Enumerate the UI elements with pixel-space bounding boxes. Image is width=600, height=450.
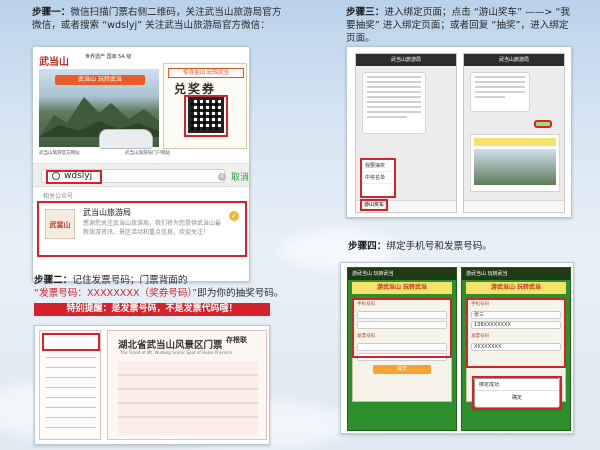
step4-instruction: 步骤四：绑定手机号和发票号码。 [348, 240, 574, 253]
ticket-logo: 武当山 [39, 57, 69, 68]
step3-screenshot: 武当山旅游局 我要抽奖 中奖名单 游山奖车 武当山旅游局 [346, 46, 572, 218]
warning-banner: 特别提醒：是发票号码，不是发票代码哦！ [34, 303, 270, 316]
phone-chat-menu: 武当山旅游局 我要抽奖 中奖名单 游山奖车 [355, 53, 457, 213]
account-name: 武当山旅游局 [83, 208, 131, 217]
phone-chat-reply: 武当山旅游局 [463, 53, 565, 213]
step1-label: 步骤一： [32, 7, 71, 18]
qr-highlight [184, 95, 228, 137]
phone-bind-form-filled: 游武当山 玩转武当 游武当山 玩转武当 手机号码 张三 138XXXXXXXX … [461, 267, 571, 431]
invoice-stub [39, 330, 101, 440]
menu-popup[interactable]: 我要抽奖 中奖名单 [360, 158, 396, 198]
invoice-title: 湖北省武当山风景区门票 [118, 340, 223, 351]
step4-screenshot: 游武当山 玩转武当 游武当山 玩转武当 手机号码 发票号码 提交 游武当山 玩转… [340, 262, 574, 434]
step2-line2: 即为你的抽奖号码。 [197, 288, 284, 299]
search-input[interactable]: wdslyj ✕ [41, 169, 226, 184]
chat-message [362, 72, 426, 134]
form-banner: 游武当山 玩转武当 [466, 282, 566, 294]
invoice-line [46, 377, 96, 378]
step1-text: 微信扫描门票右侧二维码，关注武当山旅游局官方微信，或者搜索 “wdslyj” 关… [32, 7, 282, 31]
invoice-stub-label: 存根联 [226, 336, 247, 344]
step3-instruction: 步骤三：进入绑定页面；点击 “游山奖车” ——> “我要抽奖” 进入绑定页面；或… [346, 6, 572, 45]
car-image [99, 129, 153, 149]
invoice-line [46, 387, 96, 388]
search-result-item[interactable]: 武當山 武当山旅游局 感谢您关注武当山旅游局，我们将为您提供武当山最新旅游资讯、… [37, 201, 247, 257]
invoice-line [46, 417, 96, 418]
phone-title: 游武当山 玩转武当 [348, 268, 456, 280]
ticket-footer-left: 武当山旅游官方网站 [39, 151, 80, 156]
invoice-line [46, 367, 96, 368]
cancel-button[interactable]: 取消 [231, 170, 249, 183]
step2-label: 步骤二： [34, 275, 73, 286]
account-description: 感谢您关注武当山旅游局，我们将为您提供武当山最新旅游资讯、景区活动和重点信息，欢… [83, 220, 222, 236]
coupon-banner: 惊喜金山 玩转武当 [168, 68, 244, 78]
phone-title: 武当山旅游局 [464, 54, 564, 66]
invoice-ticket: 湖北省武当山风景区门票 The Ticket of Mt. Wudang Sce… [107, 330, 267, 440]
invoice-pattern [118, 361, 258, 435]
menu-tab-highlight[interactable]: 游山奖车 [360, 199, 388, 211]
step2-screenshot: 湖北省武当山风景区门票 The Ticket of Mt. Wudang Sce… [34, 325, 270, 445]
avatar: 武當山 [45, 209, 75, 239]
form-highlight [352, 298, 452, 358]
step1-screenshot: 武当山 世界遗产 国家 5A 级 武当山 玩转武当 惊喜金山 玩转武当 兑奖券 … [32, 46, 250, 282]
verified-icon: ✓ [229, 211, 239, 221]
step2-line1: 记住发票号码；门票背面的 [72, 275, 188, 286]
clear-icon[interactable]: ✕ [218, 173, 226, 181]
step4-text: 绑定手机号和发票号码。 [386, 241, 492, 252]
chat-message [470, 72, 530, 112]
menu-item[interactable]: 我要抽奖 [362, 160, 394, 172]
invoice-line [46, 407, 96, 408]
step2-invoice-number: “发票号码：XXXXXXXX（奖券号码）” [34, 288, 198, 299]
reply-message [534, 120, 552, 128]
phone-title: 游武当山 玩转武当 [462, 268, 570, 280]
phone-bind-form-empty: 游武当山 玩转武当 游武当山 玩转武当 手机号码 发票号码 提交 [347, 267, 457, 431]
phone-bottom-menu: 游山奖车 [356, 199, 456, 212]
step4-label: 步骤四： [348, 241, 387, 252]
step2-instruction: 步骤二：记住发票号码；门票背面的 “发票号码：XXXXXXXX（奖券号码）”即为… [34, 274, 284, 300]
dialog-highlight [472, 376, 562, 410]
search-bar: wdslyj ✕ 取消 [33, 163, 249, 187]
form-banner: 游武当山 玩转武当 [352, 282, 452, 294]
invoice-number-highlight [42, 333, 100, 351]
invoice-line [46, 397, 96, 398]
promo-card[interactable] [470, 134, 560, 192]
form-highlight [466, 298, 566, 368]
search-value: wdslyj [64, 171, 93, 181]
phone-bottom-menu [464, 200, 564, 212]
ticket-footer-right: 武当山旅游局门户网站 [125, 151, 170, 156]
step3-label: 步骤三： [346, 7, 385, 18]
invoice-line [46, 427, 96, 428]
phone-title: 武当山旅游局 [356, 54, 456, 66]
menu-item[interactable]: 中奖名单 [362, 172, 394, 184]
submit-button[interactable]: 提交 [373, 365, 431, 374]
invoice-subtitle: The Ticket of Mt. Wudang Scenic Spot of … [120, 350, 232, 355]
ticket-coupon: 惊喜金山 玩转武当 兑奖券 [163, 63, 247, 149]
step1-instruction: 步骤一：微信扫描门票右侧二维码，关注武当山旅游局官方微信，或者搜索 “wdsly… [32, 6, 282, 32]
ticket-header-text: 世界遗产 国家 5A 级 [85, 54, 132, 60]
related-accounts-label: 相关公众号 [43, 193, 74, 200]
search-icon [52, 172, 60, 180]
invoice-line [46, 357, 96, 358]
ticket-banner: 武当山 玩转武当 [55, 75, 145, 85]
ticket-image: 武当山 世界遗产 国家 5A 级 武当山 玩转武当 惊喜金山 玩转武当 兑奖券 … [33, 47, 249, 163]
